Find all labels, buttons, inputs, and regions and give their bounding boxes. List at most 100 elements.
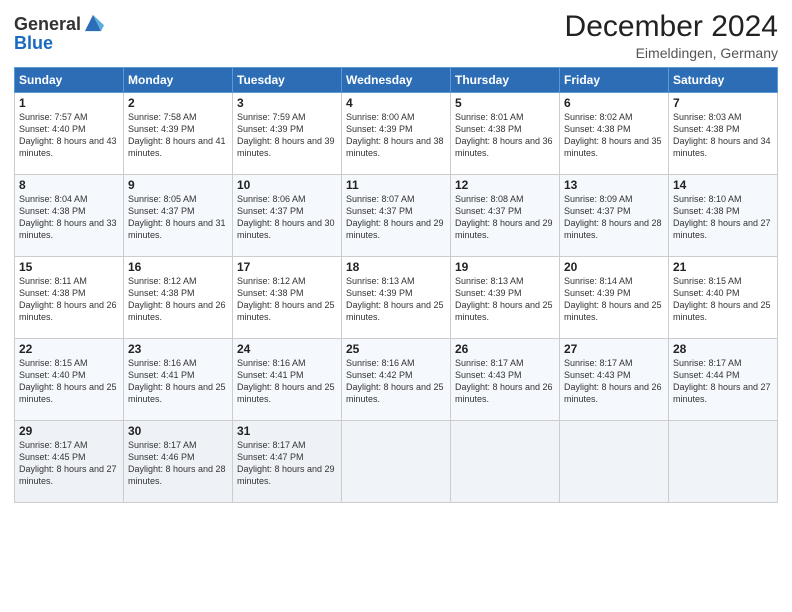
col-sunday: Sunday bbox=[15, 68, 124, 93]
table-row: 4 Sunrise: 8:00 AMSunset: 4:39 PMDaylight… bbox=[342, 93, 451, 175]
table-row bbox=[451, 421, 560, 503]
day-number: 5 bbox=[455, 96, 555, 110]
table-row: 30 Sunrise: 8:17 AMSunset: 4:46 PMDayligh… bbox=[124, 421, 233, 503]
logo: General Blue bbox=[14, 14, 104, 52]
table-row: 1 Sunrise: 7:57 AMSunset: 4:40 PMDaylight… bbox=[15, 93, 124, 175]
table-row: 18Sunrise: 8:13 AMSunset: 4:39 PMDayligh… bbox=[342, 257, 451, 339]
table-row: 22Sunrise: 8:15 AMSunset: 4:40 PMDayligh… bbox=[15, 339, 124, 421]
table-row: 12 Sunrise: 8:08 AMSunset: 4:37 PMDayligh… bbox=[451, 175, 560, 257]
table-row: 9 Sunrise: 8:05 AMSunset: 4:37 PMDaylight… bbox=[124, 175, 233, 257]
table-row: 2 Sunrise: 7:58 AMSunset: 4:39 PMDaylight… bbox=[124, 93, 233, 175]
table-row bbox=[669, 421, 778, 503]
cell-info: Sunrise: 7:58 AMSunset: 4:39 PMDaylight:… bbox=[128, 112, 226, 158]
cell-info: Sunrise: 8:17 AMSunset: 4:43 PMDaylight:… bbox=[564, 358, 662, 404]
table-row: 11 Sunrise: 8:07 AMSunset: 4:37 PMDayligh… bbox=[342, 175, 451, 257]
table-row: 25 Sunrise: 8:16 AMSunset: 4:42 PMDayligh… bbox=[342, 339, 451, 421]
day-number: 29 bbox=[19, 424, 119, 438]
day-number: 23 bbox=[128, 342, 228, 356]
day-number: 8 bbox=[19, 178, 119, 192]
table-row: 19Sunrise: 8:13 AMSunset: 4:39 PMDayligh… bbox=[451, 257, 560, 339]
day-number: 16 bbox=[128, 260, 228, 274]
table-row bbox=[560, 421, 669, 503]
table-row: 21Sunrise: 8:15 AMSunset: 4:40 PMDayligh… bbox=[669, 257, 778, 339]
cell-info: Sunrise: 8:03 AMSunset: 4:38 PMDaylight:… bbox=[673, 112, 771, 158]
day-number: 9 bbox=[128, 178, 228, 192]
day-number: 13 bbox=[564, 178, 664, 192]
logo-general: General bbox=[14, 15, 81, 33]
location-title: Eimeldingen, Germany bbox=[565, 45, 778, 61]
day-number: 30 bbox=[128, 424, 228, 438]
cell-info: Sunrise: 8:17 AMSunset: 4:44 PMDaylight:… bbox=[673, 358, 771, 404]
day-number: 12 bbox=[455, 178, 555, 192]
table-row: 28Sunrise: 8:17 AMSunset: 4:44 PMDayligh… bbox=[669, 339, 778, 421]
table-row: 7 Sunrise: 8:03 AMSunset: 4:38 PMDaylight… bbox=[669, 93, 778, 175]
cell-info: Sunrise: 8:17 AMSunset: 4:46 PMDaylight:… bbox=[128, 440, 226, 486]
cell-info: Sunrise: 8:07 AMSunset: 4:37 PMDaylight:… bbox=[346, 194, 444, 240]
day-number: 22 bbox=[19, 342, 119, 356]
cell-info: Sunrise: 8:02 AMSunset: 4:38 PMDaylight:… bbox=[564, 112, 662, 158]
day-number: 10 bbox=[237, 178, 337, 192]
table-row: 13 Sunrise: 8:09 AMSunset: 4:37 PMDayligh… bbox=[560, 175, 669, 257]
cell-info: Sunrise: 8:09 AMSunset: 4:37 PMDaylight:… bbox=[564, 194, 662, 240]
cell-info: Sunrise: 8:00 AMSunset: 4:39 PMDaylight:… bbox=[346, 112, 444, 158]
cell-info: Sunrise: 7:59 AMSunset: 4:39 PMDaylight:… bbox=[237, 112, 335, 158]
day-number: 25 bbox=[346, 342, 446, 356]
day-number: 31 bbox=[237, 424, 337, 438]
cell-info: Sunrise: 8:17 AMSunset: 4:43 PMDaylight:… bbox=[455, 358, 553, 404]
col-wednesday: Wednesday bbox=[342, 68, 451, 93]
table-row: 5 Sunrise: 8:01 AMSunset: 4:38 PMDaylight… bbox=[451, 93, 560, 175]
col-monday: Monday bbox=[124, 68, 233, 93]
cell-info: Sunrise: 8:12 AMSunset: 4:38 PMDaylight:… bbox=[128, 276, 226, 322]
day-number: 1 bbox=[19, 96, 119, 110]
day-number: 21 bbox=[673, 260, 773, 274]
table-row: 27 Sunrise: 8:17 AMSunset: 4:43 PMDayligh… bbox=[560, 339, 669, 421]
cell-info: Sunrise: 8:17 AMSunset: 4:47 PMDaylight:… bbox=[237, 440, 335, 486]
day-number: 6 bbox=[564, 96, 664, 110]
day-number: 4 bbox=[346, 96, 446, 110]
header: General Blue December 2024 Eimeldingen, … bbox=[14, 10, 778, 61]
table-row: 8 Sunrise: 8:04 AMSunset: 4:38 PMDaylight… bbox=[15, 175, 124, 257]
table-row bbox=[342, 421, 451, 503]
cell-info: Sunrise: 8:16 AMSunset: 4:41 PMDaylight:… bbox=[237, 358, 335, 404]
calendar-table: Sunday Monday Tuesday Wednesday Thursday… bbox=[14, 67, 778, 503]
day-number: 19 bbox=[455, 260, 555, 274]
cell-info: Sunrise: 8:13 AMSunset: 4:39 PMDaylight:… bbox=[346, 276, 444, 322]
table-row: 15Sunrise: 8:11 AMSunset: 4:38 PMDayligh… bbox=[15, 257, 124, 339]
day-number: 11 bbox=[346, 178, 446, 192]
day-number: 26 bbox=[455, 342, 555, 356]
cell-info: Sunrise: 8:14 AMSunset: 4:39 PMDaylight:… bbox=[564, 276, 662, 322]
day-number: 17 bbox=[237, 260, 337, 274]
day-number: 2 bbox=[128, 96, 228, 110]
table-row: 17 Sunrise: 8:12 AMSunset: 4:38 PMDayligh… bbox=[233, 257, 342, 339]
logo-blue: Blue bbox=[14, 34, 104, 52]
cell-info: Sunrise: 8:17 AMSunset: 4:45 PMDaylight:… bbox=[19, 440, 117, 486]
day-number: 15 bbox=[19, 260, 119, 274]
table-row: 20 Sunrise: 8:14 AMSunset: 4:39 PMDayligh… bbox=[560, 257, 669, 339]
cell-info: Sunrise: 8:08 AMSunset: 4:37 PMDaylight:… bbox=[455, 194, 553, 240]
cell-info: Sunrise: 8:01 AMSunset: 4:38 PMDaylight:… bbox=[455, 112, 553, 158]
cell-info: Sunrise: 8:16 AMSunset: 4:41 PMDaylight:… bbox=[128, 358, 226, 404]
table-row: 14Sunrise: 8:10 AMSunset: 4:38 PMDayligh… bbox=[669, 175, 778, 257]
logo-icon bbox=[82, 12, 104, 34]
day-number: 20 bbox=[564, 260, 664, 274]
calendar-header-row: Sunday Monday Tuesday Wednesday Thursday… bbox=[15, 68, 778, 93]
cell-info: Sunrise: 7:57 AMSunset: 4:40 PMDaylight:… bbox=[19, 112, 117, 158]
col-thursday: Thursday bbox=[451, 68, 560, 93]
table-row: 23 Sunrise: 8:16 AMSunset: 4:41 PMDayligh… bbox=[124, 339, 233, 421]
day-number: 7 bbox=[673, 96, 773, 110]
cell-info: Sunrise: 8:12 AMSunset: 4:38 PMDaylight:… bbox=[237, 276, 335, 322]
table-row: 29 Sunrise: 8:17 AMSunset: 4:45 PMDayligh… bbox=[15, 421, 124, 503]
col-friday: Friday bbox=[560, 68, 669, 93]
cell-info: Sunrise: 8:04 AMSunset: 4:38 PMDaylight:… bbox=[19, 194, 117, 240]
cell-info: Sunrise: 8:10 AMSunset: 4:38 PMDaylight:… bbox=[673, 194, 771, 240]
day-number: 27 bbox=[564, 342, 664, 356]
table-row: 16 Sunrise: 8:12 AMSunset: 4:38 PMDayligh… bbox=[124, 257, 233, 339]
day-number: 24 bbox=[237, 342, 337, 356]
cell-info: Sunrise: 8:16 AMSunset: 4:42 PMDaylight:… bbox=[346, 358, 444, 404]
cell-info: Sunrise: 8:05 AMSunset: 4:37 PMDaylight:… bbox=[128, 194, 226, 240]
table-row: 31 Sunrise: 8:17 AMSunset: 4:47 PMDayligh… bbox=[233, 421, 342, 503]
col-tuesday: Tuesday bbox=[233, 68, 342, 93]
page-container: General Blue December 2024 Eimeldingen, … bbox=[0, 0, 792, 509]
title-block: December 2024 Eimeldingen, Germany bbox=[565, 10, 778, 61]
month-title: December 2024 bbox=[565, 10, 778, 43]
